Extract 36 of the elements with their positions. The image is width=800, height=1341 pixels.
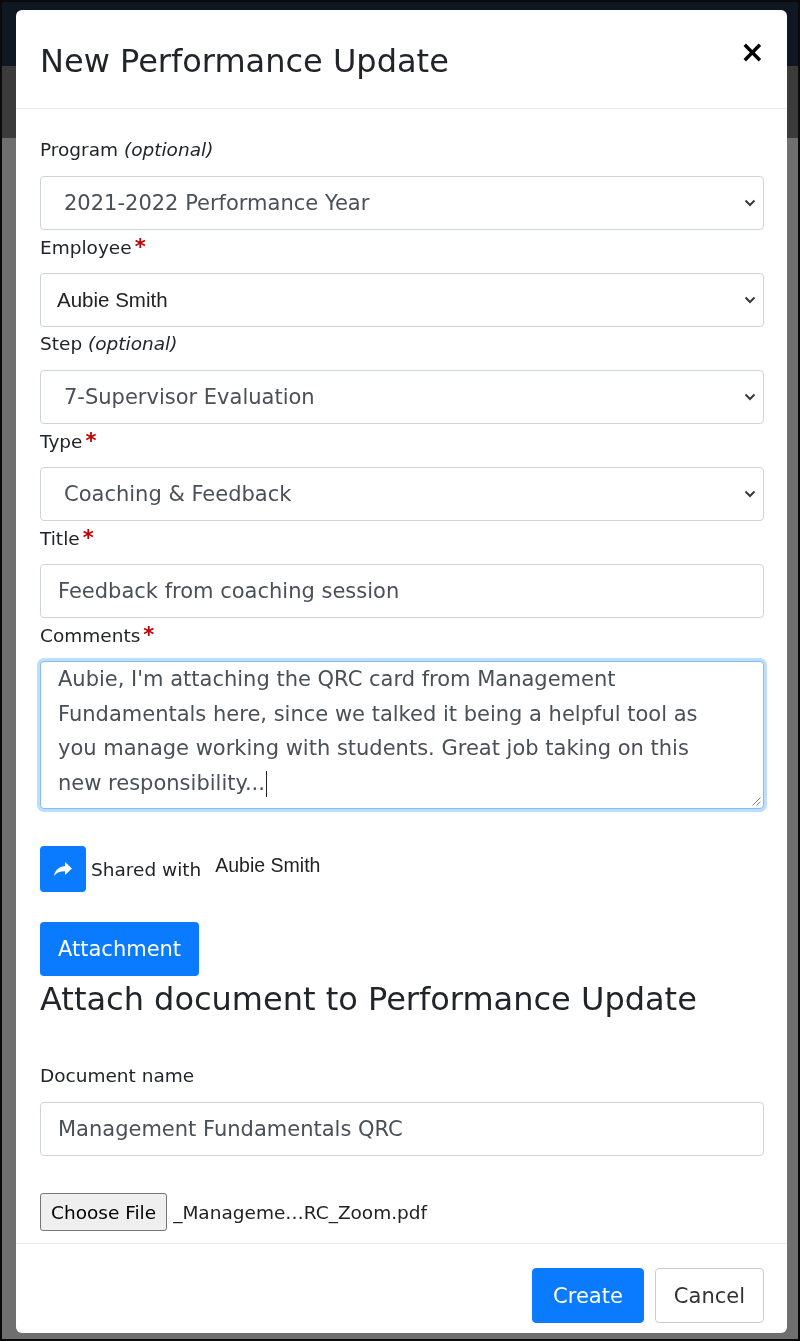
required-asterisk: *: [85, 429, 97, 453]
field-label: Employee: [40, 236, 132, 260]
text-field[interactable]: Management Fundamentals QRC: [40, 1102, 764, 1156]
choose-file-button[interactable]: Choose File: [40, 1193, 168, 1231]
field-label: Comments: [40, 624, 141, 648]
chevron-down-icon: [744, 393, 756, 401]
close-button[interactable]: ×: [739, 37, 765, 67]
field-label: Document name: [40, 1064, 195, 1088]
required-asterisk: *: [82, 526, 94, 550]
field-label: Type: [40, 430, 83, 454]
field-label: Title: [40, 527, 80, 551]
recipient-name: Aubie Smith: [215, 853, 321, 877]
attachment-button[interactable]: Attachment: [40, 922, 200, 976]
dialog-title: New Performance Update: [40, 41, 449, 81]
chevron-down-icon: [744, 296, 756, 304]
create-button[interactable]: Create: [532, 1268, 644, 1323]
shared-with-label: Shared with: [91, 858, 202, 880]
file-name: _Manageme…RC_Zoom.pdf: [173, 1201, 428, 1223]
resize-grip-icon: [752, 797, 761, 806]
section-heading: Attach document to Performance Update: [40, 979, 697, 1019]
share-button[interactable]: [40, 846, 86, 892]
required-asterisk: *: [134, 235, 146, 259]
select-field[interactable]: Coaching & Feedback: [40, 467, 764, 521]
text-field[interactable]: Feedback from coaching session: [40, 564, 764, 618]
chevron-down-icon: [744, 199, 756, 207]
chevron-down-icon: [744, 490, 756, 498]
textarea-field[interactable]: Aubie, I'm attaching the QRC card from Management Fundamentals here, since we talked it being a helpful tool as you manage working with students. Great job taking on this new responsibility...: [40, 661, 764, 809]
cancel-button[interactable]: Cancel: [654, 1268, 764, 1323]
select-field[interactable]: 7-Supervisor Evaluation: [40, 370, 764, 424]
field-label: Program (optional): [40, 138, 214, 162]
required-asterisk: *: [143, 623, 155, 647]
share-arrow-icon: [53, 861, 73, 877]
field-label: Step (optional): [40, 332, 178, 356]
select-field[interactable]: 2021-2022 Performance Year: [40, 176, 764, 230]
select-field[interactable]: Aubie Smith: [40, 273, 764, 327]
text-cursor: [265, 771, 268, 798]
